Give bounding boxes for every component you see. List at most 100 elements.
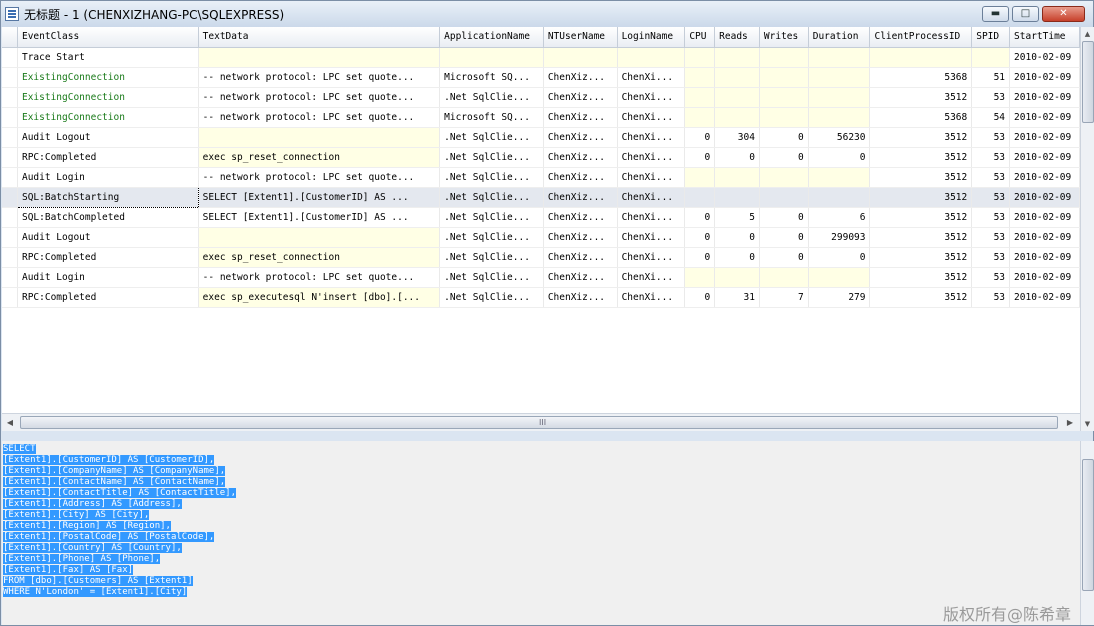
cell-app: Microsoft SQ... (439, 67, 544, 88)
cell-cpid: 3512 (869, 247, 973, 268)
cell-text: -- network protocol: LPC set quote... (198, 67, 441, 88)
cell-reads (714, 87, 760, 108)
table-row[interactable]: RPC:Completed exec sp_reset_connection .Ne… (2, 147, 1080, 168)
row-marker-header[interactable] (2, 27, 19, 48)
text-pane-scroll-thumb[interactable] (1082, 459, 1094, 591)
cell-app: .Net SqlClie... (439, 287, 544, 308)
column-header[interactable]: Duration (808, 27, 871, 48)
cell-nt: ChenXiz... (543, 107, 618, 128)
table-row[interactable]: SQL:BatchStarting SELECT [Extent1].[Custo… (2, 186, 1080, 208)
cell-duration: 56230 (808, 127, 871, 148)
table-row[interactable]: ExistingConnection -- network protocol: L… (2, 107, 1080, 128)
row-marker[interactable] (2, 207, 19, 228)
column-header[interactable]: Reads (714, 27, 760, 48)
cell-start: 2010-02-09 (1009, 147, 1080, 168)
cell-login: ChenXi... (617, 127, 686, 148)
grid-horizontal-scrollbar[interactable]: ◀ III ▶ (2, 413, 1080, 432)
table-row[interactable]: Trace Start 2010-02-09 (2, 47, 1080, 68)
cell-reads (714, 187, 760, 208)
cell-cpid (869, 47, 973, 68)
cell-cpid: 3512 (869, 167, 973, 188)
minimize-button[interactable]: ▬ (982, 6, 1009, 22)
cell-event: Audit Logout (17, 227, 199, 248)
cell-text: SELECT [Extent1].[CustomerID] AS ... (198, 207, 441, 228)
table-row[interactable]: ExistingConnection -- network protocol: L… (2, 67, 1080, 88)
row-marker[interactable] (2, 287, 19, 308)
title-bar[interactable]: 无标题 - 1 (CHENXIZHANG-PC\SQLEXPRESS) ▬ □ … (1, 1, 1093, 27)
column-header[interactable]: EventClass (17, 27, 199, 48)
cell-event: RPC:Completed (17, 147, 199, 168)
text-pane-scrollbar[interactable] (1080, 441, 1094, 625)
cell-writes (759, 167, 809, 188)
table-row[interactable]: Audit Logout .Net SqlClie... ChenXiz... Che… (2, 227, 1080, 248)
sql-text-line: [Extent1].[Fax] AS [Fax] (3, 565, 134, 576)
cell-text (198, 127, 441, 148)
horizontal-scroll-thumb[interactable]: III (20, 416, 1058, 429)
cell-cpu (684, 107, 716, 128)
row-marker[interactable] (2, 67, 19, 88)
row-marker[interactable] (2, 107, 19, 128)
cell-nt: ChenXiz... (543, 167, 618, 188)
cell-cpu (684, 267, 716, 288)
sql-text-line: [Extent1].[Country] AS [Country], (3, 543, 182, 554)
table-row[interactable]: RPC:Completed exec sp_reset_connection .Ne… (2, 247, 1080, 268)
cell-cpid: 3512 (869, 207, 973, 228)
scroll-thumb[interactable] (1082, 41, 1094, 123)
column-header[interactable]: SPID (971, 27, 1011, 48)
cell-cpid: 5368 (869, 107, 973, 128)
grid-vertical-scrollbar[interactable]: ▲ ▼ (1080, 27, 1094, 431)
cell-app: .Net SqlClie... (439, 207, 544, 228)
column-header[interactable]: ClientProcessID (869, 27, 973, 48)
sql-text-selection: [Extent1].[PostalCode] AS [PostalCode], (3, 532, 215, 542)
cell-nt: ChenXiz... (543, 227, 618, 248)
maximize-button[interactable]: □ (1012, 6, 1039, 22)
profiler-window: 无标题 - 1 (CHENXIZHANG-PC\SQLEXPRESS) ▬ □ … (0, 0, 1094, 626)
row-marker[interactable] (2, 187, 19, 208)
row-marker[interactable] (2, 247, 19, 268)
pane-splitter[interactable] (2, 431, 1093, 441)
cell-text: exec sp_executesql N'insert [dbo].[... (198, 287, 441, 308)
sql-text-selection: [Extent1].[Region] AS [Region], (3, 521, 171, 531)
row-marker[interactable] (2, 87, 19, 108)
scroll-right-icon[interactable]: ▶ (1062, 414, 1078, 432)
close-button[interactable]: ✕ (1042, 6, 1085, 22)
cell-nt: ChenXiz... (543, 127, 618, 148)
table-row[interactable]: ExistingConnection -- network protocol: L… (2, 87, 1080, 108)
scroll-left-icon[interactable]: ◀ (2, 414, 18, 432)
row-marker[interactable] (2, 47, 19, 68)
table-row[interactable]: RPC:Completed exec sp_executesql N'insert… (2, 287, 1080, 308)
event-text-pane[interactable]: SELECT [Extent1].[CustomerID] AS [Custome… (2, 441, 1080, 625)
column-header[interactable]: StartTime (1009, 27, 1080, 48)
row-marker[interactable] (2, 227, 19, 248)
table-row[interactable]: SQL:BatchCompleted SELECT [Extent1].[Cust… (2, 207, 1080, 228)
cell-login: ChenXi... (617, 107, 686, 128)
cell-login: ChenXi... (617, 207, 686, 228)
cell-start: 2010-02-09 (1009, 227, 1080, 248)
scroll-down-icon[interactable]: ▼ (1081, 417, 1094, 431)
cell-nt: ChenXiz... (543, 187, 618, 208)
cell-writes: 0 (759, 147, 809, 168)
trace-events-grid[interactable]: EventClass TextData ApplicationName NTUserN… (2, 27, 1081, 413)
column-header[interactable]: TextData (198, 27, 441, 48)
column-header[interactable]: NTUserName (543, 27, 618, 48)
column-header[interactable]: ApplicationName (439, 27, 544, 48)
row-marker[interactable] (2, 267, 19, 288)
cell-cpid: 3512 (869, 227, 973, 248)
cell-spid: 53 (971, 187, 1011, 208)
cell-cpid: 3512 (869, 87, 973, 108)
cell-nt: ChenXiz... (543, 267, 618, 288)
row-marker[interactable] (2, 147, 19, 168)
sql-text-line: [Extent1].[Address] AS [Address], (3, 499, 182, 510)
table-row[interactable]: Audit Login -- network protocol: LPC set … (2, 167, 1080, 188)
cell-nt: ChenXiz... (543, 247, 618, 268)
row-marker[interactable] (2, 167, 19, 188)
table-row[interactable]: Audit Logout .Net SqlClie... ChenXiz... Che… (2, 127, 1080, 148)
row-marker[interactable] (2, 127, 19, 148)
cell-start: 2010-02-09 (1009, 247, 1080, 268)
column-header[interactable]: LoginName (617, 27, 686, 48)
cell-start: 2010-02-09 (1009, 207, 1080, 228)
column-header[interactable]: Writes (759, 27, 809, 48)
column-header[interactable]: CPU (684, 27, 716, 48)
scroll-up-icon[interactable]: ▲ (1081, 27, 1094, 41)
table-row[interactable]: Audit Login -- network protocol: LPC set … (2, 267, 1080, 288)
